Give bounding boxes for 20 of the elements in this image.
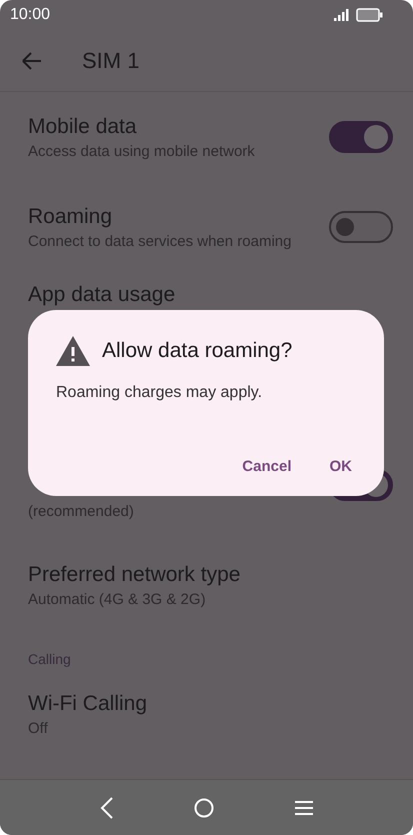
battery-icon (356, 8, 383, 22)
setting-title: Mobile data (28, 114, 137, 140)
setting-title: Roaming (28, 204, 112, 230)
setting-title: Preferred network type (28, 562, 240, 588)
dialog-button[interactable]: Cancel (234, 452, 300, 481)
dialog-title: Allow data roaming? (102, 339, 292, 363)
menu-icon[interactable] (294, 800, 313, 814)
back-arrow-icon[interactable] (22, 52, 42, 70)
setting-title: App data usage (28, 282, 176, 308)
toggle-switch[interactable] (329, 121, 393, 153)
signal-icon (334, 9, 350, 21)
back-icon[interactable] (100, 796, 114, 818)
home-icon[interactable] (194, 798, 214, 818)
dialog-button[interactable]: OK (322, 452, 360, 481)
warning-icon (56, 336, 90, 366)
toggle-switch[interactable] (329, 211, 393, 243)
dialog-message: Roaming charges may apply. (56, 384, 262, 402)
status-time: 10:00 (10, 6, 50, 24)
setting-title: Wi-Fi Calling (28, 691, 148, 717)
screen-title: SIM 1 (82, 48, 140, 74)
